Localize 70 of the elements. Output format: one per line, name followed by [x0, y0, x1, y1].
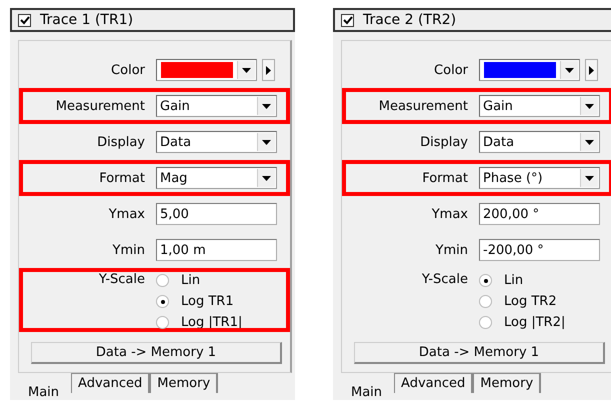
field-label: Format [421, 170, 469, 186]
color-dropdown[interactable] [156, 59, 257, 81]
caret-icon [242, 68, 252, 72]
radio-button[interactable] [156, 274, 169, 287]
panel-title: Trace 2 (TR2) [363, 12, 456, 28]
expand-button[interactable] [585, 59, 598, 81]
caret-icon [262, 104, 271, 108]
field-label: Color [110, 62, 146, 78]
dropdown-button[interactable] [257, 97, 275, 115]
dropdown-button[interactable] [580, 169, 598, 187]
dropdown-button[interactable] [257, 133, 275, 151]
dropdown-button[interactable] [560, 61, 578, 79]
radio-button[interactable] [156, 316, 169, 329]
radio-button[interactable] [479, 295, 492, 308]
radio-label[interactable]: Log |TR1| [181, 315, 242, 330]
radio-label[interactable]: Log TR1 [181, 294, 234, 309]
field-label: Ymax [430, 206, 469, 222]
color-dropdown[interactable] [479, 59, 580, 81]
tab[interactable]: Memory [150, 373, 218, 393]
field-label: Measurement [54, 98, 146, 114]
radio-label[interactable]: Log |TR2| [504, 315, 566, 330]
field-label: Y-Scale [98, 272, 146, 287]
checkbox[interactable] [18, 14, 31, 26]
check-icon [20, 16, 30, 24]
tab[interactable]: Advanced [394, 373, 474, 393]
input-field[interactable]: 1,00 m [156, 239, 277, 261]
dropdown[interactable]: Phase (°) [479, 167, 600, 189]
expand-button[interactable] [262, 59, 275, 81]
dropdown[interactable]: Data [156, 131, 277, 153]
caret-icon [585, 140, 594, 144]
field-label: Format [98, 170, 146, 186]
input-field[interactable]: 200,00 ° [479, 203, 600, 225]
radio-button[interactable] [156, 295, 169, 308]
tab[interactable]: Advanced [71, 373, 150, 393]
field-label: Ymax [108, 206, 146, 222]
radio-label[interactable]: Log TR2 [504, 294, 557, 309]
input-field[interactable]: 5,00 [156, 203, 277, 225]
caret-icon [585, 176, 594, 180]
triangle-right-icon [266, 66, 271, 74]
radio-label[interactable]: Lin [181, 273, 200, 288]
dropdown[interactable]: Gain [156, 95, 277, 117]
dropdown-button[interactable] [580, 97, 598, 115]
dropdown-button[interactable] [237, 61, 255, 79]
field-label: Ymin [434, 242, 469, 258]
radio-button[interactable] [479, 274, 492, 287]
field-label: Ymin [112, 242, 146, 258]
field-label: Display [419, 134, 469, 150]
field-label: Measurement [378, 98, 469, 114]
dropdown[interactable]: Data [479, 131, 600, 153]
caret-icon [262, 140, 271, 144]
dropdown[interactable]: Gain [479, 95, 600, 117]
data-to-memory-button[interactable]: Data -> Memory 1 [31, 342, 282, 364]
caret-icon [262, 176, 271, 180]
panel-title: Trace 1 (TR1) [40, 12, 134, 28]
checkbox[interactable] [341, 14, 354, 26]
tab[interactable]: Memory [473, 373, 542, 393]
dropdown[interactable]: Mag [156, 167, 277, 189]
dropdown-button[interactable] [580, 133, 598, 151]
field-label: Display [96, 134, 146, 150]
data-to-memory-button[interactable]: Data -> Memory 1 [354, 342, 605, 364]
field-label: Color [433, 62, 469, 78]
caret-icon [565, 68, 574, 72]
radio-button[interactable] [479, 316, 492, 329]
field-label: Y-Scale [420, 272, 469, 287]
caret-icon [585, 104, 594, 108]
radio-label[interactable]: Lin [504, 273, 524, 288]
check-icon [342, 16, 352, 24]
input-field[interactable]: -200,00 ° [479, 239, 600, 261]
triangle-right-icon [589, 66, 594, 74]
dropdown-button[interactable] [257, 169, 275, 187]
